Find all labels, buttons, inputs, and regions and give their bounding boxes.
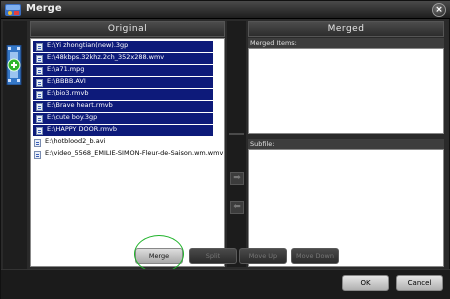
subfile-label: Subfile: (248, 139, 444, 149)
video-file-icon (36, 127, 43, 135)
file-list-item[interactable]: E:\hotblood2_b.avi (31, 137, 224, 148)
file-name: E:\Brave heart.rmvb (47, 101, 113, 109)
file-name: E:\video_5568_EMILIE-SIMON-Fleur-de-Sais… (45, 149, 224, 157)
video-file-icon (34, 151, 41, 159)
file-list-item[interactable]: E:\Brave heart.rmvb (33, 101, 213, 112)
title-bar: Merge × (1, 1, 450, 19)
video-file-icon (36, 103, 43, 111)
ok-button[interactable]: OK (342, 275, 389, 291)
file-list-item[interactable]: E:\video_5568_EMILIE-SIMON-Fleur-de-Sais… (31, 149, 224, 160)
original-file-list[interactable]: E:\Yi zhongtian(new).3gp E:\48kbps.32khz.… (30, 38, 225, 267)
file-list-item[interactable]: E:\Yi zhongtian(new).3gp (33, 41, 213, 52)
arrow-left-icon: ⬅ (233, 202, 241, 212)
file-list-item[interactable]: E:\BBBB.AVI (33, 77, 213, 88)
file-name: E:\bio3.rmvb (47, 89, 89, 97)
file-name: E:\HAPPY DOOR.rmvb (47, 125, 118, 133)
video-file-icon (36, 79, 43, 87)
film-add-icon[interactable] (6, 45, 22, 85)
merged-items-label: Merged Items: (248, 38, 444, 48)
arrow-right-icon: ➡ (233, 173, 241, 183)
file-name: E:\48kbps.32khz.2ch_352x288.wmv (47, 53, 165, 61)
merge-highlight-ring (134, 235, 184, 273)
move-up-button[interactable]: Move Up (239, 248, 287, 264)
merged-items-list[interactable] (248, 48, 444, 134)
file-list-item[interactable]: E:\cute boy.3gp (33, 113, 213, 124)
file-name: E:\BBBB.AVI (47, 77, 86, 85)
file-list-item[interactable]: E:\HAPPY DOOR.rmvb (33, 125, 213, 136)
add-to-merged-button[interactable]: ➡ (230, 172, 244, 185)
original-header: Original (30, 21, 225, 37)
file-list-item[interactable]: E:\bio3.rmvb (33, 89, 213, 100)
column-divider (229, 133, 244, 135)
app-logo-icon (5, 4, 21, 16)
merged-header: Merged (248, 21, 444, 37)
video-file-icon (34, 139, 41, 147)
file-name: E:\cute boy.3gp (47, 113, 98, 121)
file-list-item[interactable]: E:\48kbps.32khz.2ch_352x288.wmv (33, 53, 213, 64)
video-file-icon (36, 115, 43, 123)
transfer-column (227, 21, 246, 267)
video-file-icon (36, 43, 43, 51)
file-name: E:\a71.mpg (47, 65, 85, 73)
merge-dialog: Merge × Original E:\Yi zhongtian(new).3g… (0, 0, 450, 299)
file-name: E:\hotblood2_b.avi (45, 137, 106, 145)
video-file-icon (36, 91, 43, 99)
move-down-button[interactable]: Move Down (291, 248, 339, 264)
file-list-item[interactable]: E:\a71.mpg (33, 65, 213, 76)
window-title: Merge (26, 3, 62, 14)
cancel-button[interactable]: Cancel (396, 275, 443, 291)
split-button[interactable]: Split (189, 248, 237, 264)
close-button[interactable]: × (432, 3, 446, 17)
left-tool-strip (3, 21, 27, 269)
video-file-icon (36, 67, 43, 75)
video-file-icon (36, 55, 43, 63)
remove-from-merged-button[interactable]: ⬅ (230, 201, 244, 214)
file-name: E:\Yi zhongtian(new).3gp (47, 41, 129, 49)
